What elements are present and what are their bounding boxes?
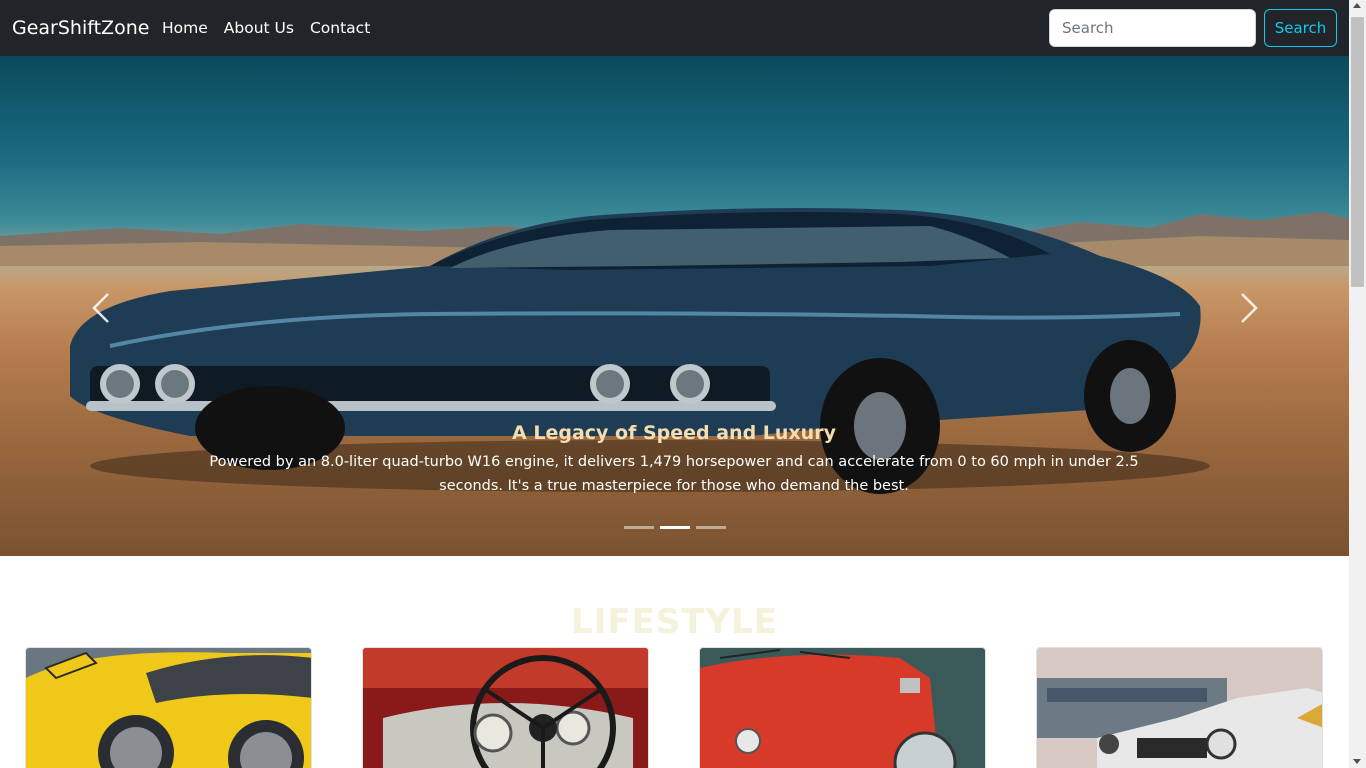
- carousel-indicator-1[interactable]: [624, 526, 654, 529]
- scroll-thumb[interactable]: [1351, 17, 1364, 287]
- caption-title: A Legacy of Speed and Luxury: [512, 422, 836, 444]
- scroll-down-icon[interactable]: [1353, 759, 1361, 764]
- carousel-indicator-2[interactable]: [660, 526, 690, 529]
- navbar: GearShiftZone Home About Us Contact Sear…: [0, 0, 1349, 56]
- hero-carousel: A Legacy of Speed and Luxury Powered by …: [0, 56, 1349, 556]
- search-button[interactable]: Search: [1264, 9, 1337, 47]
- nav-links: Home About Us Contact: [162, 17, 370, 39]
- scroll-up-icon[interactable]: [1353, 3, 1361, 8]
- caption-text: Powered by an 8.0-liter quad-turbo W16 e…: [209, 454, 1139, 494]
- carousel-indicator-3[interactable]: [696, 526, 726, 529]
- jeep-image: [1037, 648, 1322, 768]
- brand-logo[interactable]: GearShiftZone: [12, 16, 149, 40]
- lifestyle-title: LIFESTYLE: [571, 602, 778, 642]
- carousel-indicators: [624, 526, 726, 529]
- nav-link-contact[interactable]: Contact: [310, 17, 370, 39]
- page-scrollbar[interactable]: [1349, 0, 1366, 768]
- yellow-car-image: [26, 648, 311, 768]
- nav-link-home[interactable]: Home: [162, 17, 208, 39]
- lifestyle-card-dashboard[interactable]: [362, 647, 649, 768]
- search-input[interactable]: [1049, 9, 1256, 47]
- dashboard-image: [363, 648, 648, 768]
- nav-link-about-us[interactable]: About Us: [224, 17, 294, 39]
- lifestyle-card-jeep[interactable]: [1036, 647, 1323, 768]
- red-vw-image: [700, 648, 985, 768]
- chevron-right-icon[interactable]: [1228, 288, 1268, 328]
- lifestyle-card-red-vw[interactable]: [699, 647, 986, 768]
- page: GearShiftZone Home About Us Contact Sear…: [0, 0, 1366, 768]
- chevron-left-icon[interactable]: [82, 288, 122, 328]
- lifestyle-card-yellow-car[interactable]: [25, 647, 312, 768]
- carousel-caption: A Legacy of Speed and Luxury Powered by …: [200, 419, 1148, 498]
